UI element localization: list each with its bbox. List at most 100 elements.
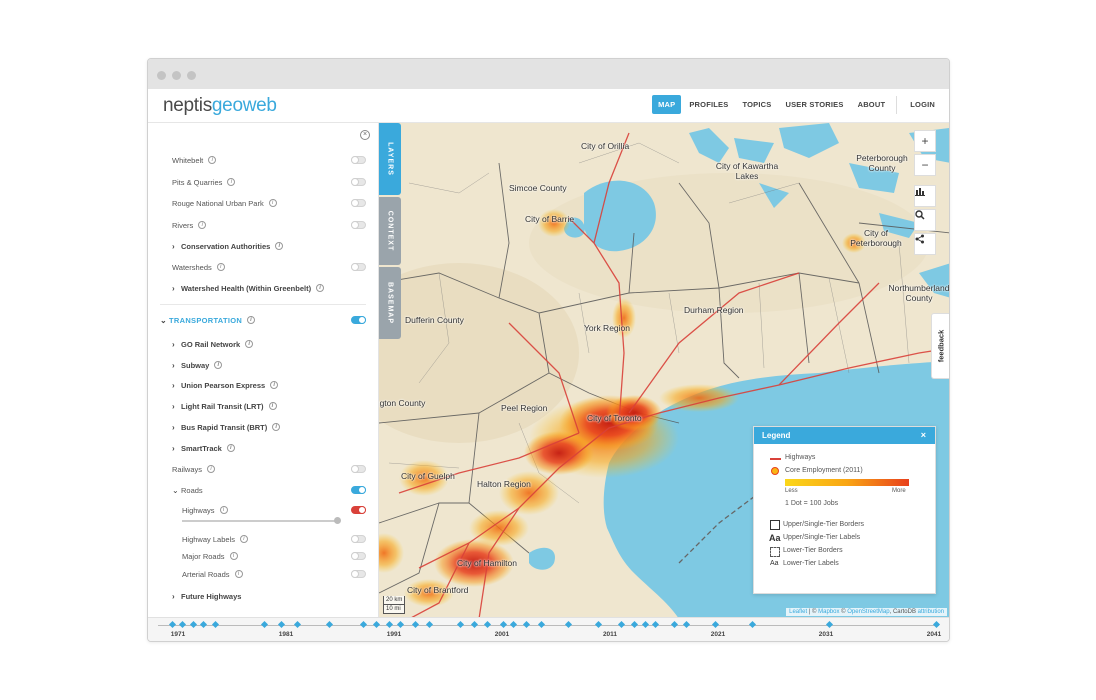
layer-roads[interactable]: ⌄ Roads — [172, 483, 366, 497]
tab-layers[interactable]: LAYERS — [379, 123, 401, 195]
tab-context[interactable]: CONTEXT — [379, 197, 401, 265]
timeline-marker[interactable] — [470, 620, 479, 629]
layer-future-highways[interactable]: › Future Highways — [172, 589, 366, 603]
nav-about[interactable]: ABOUT — [852, 95, 892, 114]
timeline-marker[interactable] — [178, 620, 187, 629]
close-sidebar-icon[interactable]: × — [360, 130, 370, 140]
layer-arterial-roads[interactable]: Arterial Roads i — [182, 567, 366, 581]
timeline-year[interactable]: 2031 — [819, 631, 833, 638]
timeline-year[interactable]: 1971 — [171, 631, 185, 638]
timeline-marker[interactable] — [211, 620, 220, 629]
info-icon[interactable]: i — [268, 199, 277, 207]
nav-profiles[interactable]: PROFILES — [683, 95, 734, 114]
info-icon[interactable]: i — [245, 340, 254, 348]
timeline-marker[interactable] — [260, 620, 269, 629]
nav-user-stories[interactable]: USER STORIES — [779, 95, 849, 114]
info-icon[interactable]: i — [226, 444, 235, 452]
mapbox-link[interactable]: Mapbox — [818, 609, 839, 615]
chevron-right-icon[interactable]: › — [172, 444, 180, 453]
site-logo[interactable]: neptisgeoweb — [163, 95, 277, 117]
timeline-marker[interactable] — [537, 620, 546, 629]
layer-rouge-national-urban-park[interactable]: Rouge National Urban Park i — [172, 196, 366, 210]
timeline-marker[interactable] — [522, 620, 531, 629]
timeline-marker[interactable] — [682, 620, 691, 629]
timeline-marker[interactable] — [372, 620, 381, 629]
info-icon[interactable]: i — [219, 506, 228, 514]
layer-major-roads[interactable]: Major Roads i — [182, 549, 366, 563]
timeline-marker[interactable] — [932, 620, 941, 629]
layer-railways[interactable]: Railways i — [172, 462, 366, 476]
zoom-in-button[interactable]: + — [914, 130, 936, 152]
info-icon[interactable]: i — [198, 221, 207, 229]
osm-link[interactable]: OpenStreetMap — [847, 609, 889, 615]
leaflet-link[interactable]: Leaflet — [789, 609, 807, 615]
info-icon[interactable]: i — [234, 570, 243, 578]
timeline-marker[interactable] — [641, 620, 650, 629]
layer-whitebelt[interactable]: Whitebelt i — [172, 153, 366, 167]
info-icon[interactable]: i — [272, 423, 281, 431]
timeline-marker[interactable] — [711, 620, 720, 629]
timeline-marker[interactable] — [564, 620, 573, 629]
layer-watershed-health-within-greenbelt[interactable]: › Watershed Health (Within Greenbelt) i — [172, 281, 366, 295]
info-icon[interactable]: i — [275, 242, 284, 250]
layer-union-pearson-express[interactable]: › Union Pearson Express i — [172, 378, 366, 392]
feedback-tab[interactable]: feedback — [931, 313, 949, 379]
layer-light-rail-transit-lrt[interactable]: › Light Rail Transit (LRT) i — [172, 399, 366, 413]
timeline-marker[interactable] — [199, 620, 208, 629]
timeline-marker[interactable] — [359, 620, 368, 629]
highway-opacity-slider[interactable] — [182, 517, 341, 524]
timeline-marker[interactable] — [456, 620, 465, 629]
timeline-marker[interactable] — [385, 620, 394, 629]
legend-close-icon[interactable]: × — [921, 430, 926, 440]
timeline-marker[interactable] — [594, 620, 603, 629]
layer-rivers[interactable]: Rivers i — [172, 218, 366, 232]
nav-topics[interactable]: TOPICS — [736, 95, 777, 114]
slider-thumb[interactable] — [334, 517, 341, 524]
layer-toggle[interactable] — [351, 570, 366, 578]
layer-toggle[interactable] — [351, 199, 366, 207]
attribution-link[interactable]: attribution — [918, 609, 944, 615]
timeline-year[interactable]: 2001 — [495, 631, 509, 638]
chevron-down-icon[interactable]: ⌄ — [160, 316, 168, 325]
chevron-down-icon[interactable]: ⌄ — [172, 486, 180, 495]
chevron-right-icon[interactable]: › — [172, 284, 180, 293]
layer-smarttrack[interactable]: › SmartTrack i — [172, 441, 366, 455]
map-view[interactable]: City of Orillia City of Kawartha Lakes P… — [379, 123, 949, 617]
timeline-marker[interactable] — [617, 620, 626, 629]
layer-highways[interactable]: Highways i — [182, 503, 366, 517]
chevron-right-icon[interactable]: › — [172, 340, 180, 349]
timeline-marker[interactable] — [277, 620, 286, 629]
share-button[interactable] — [914, 233, 936, 255]
timeline-marker[interactable] — [425, 620, 434, 629]
window-dot-minimize[interactable] — [172, 71, 181, 80]
layer-bus-rapid-transit-brt[interactable]: › Bus Rapid Transit (BRT) i — [172, 420, 366, 434]
timeline-marker[interactable] — [189, 620, 198, 629]
timeline-marker[interactable] — [509, 620, 518, 629]
layer-toggle[interactable] — [351, 535, 366, 543]
layer-toggle[interactable] — [351, 221, 366, 229]
info-icon[interactable]: i — [216, 263, 225, 271]
window-dot-maximize[interactable] — [187, 71, 196, 80]
chart-button[interactable] — [914, 185, 936, 207]
info-icon[interactable]: i — [207, 465, 216, 473]
timeline-marker[interactable] — [483, 620, 492, 629]
timeline-marker[interactable] — [670, 620, 679, 629]
window-dot-close[interactable] — [157, 71, 166, 80]
timeline-marker[interactable] — [325, 620, 334, 629]
timeline-marker[interactable] — [630, 620, 639, 629]
chevron-right-icon[interactable]: › — [172, 423, 180, 432]
info-icon[interactable]: i — [208, 156, 217, 164]
layer-toggle[interactable] — [351, 156, 366, 164]
chevron-right-icon[interactable]: › — [172, 592, 180, 601]
layer-conservation-authorities[interactable]: › Conservation Authorities i — [172, 239, 366, 253]
timeline-year[interactable]: 2041 — [927, 631, 941, 638]
search-button[interactable] — [914, 209, 936, 231]
info-icon[interactable]: i — [270, 381, 279, 389]
info-icon[interactable]: i — [247, 316, 256, 324]
timeline-marker[interactable] — [499, 620, 508, 629]
chevron-right-icon[interactable]: › — [172, 402, 180, 411]
layer-subway[interactable]: › Subway i — [172, 358, 366, 372]
layer-toggle[interactable] — [351, 178, 366, 186]
info-icon[interactable]: i — [316, 284, 325, 292]
timeline-marker[interactable] — [293, 620, 302, 629]
